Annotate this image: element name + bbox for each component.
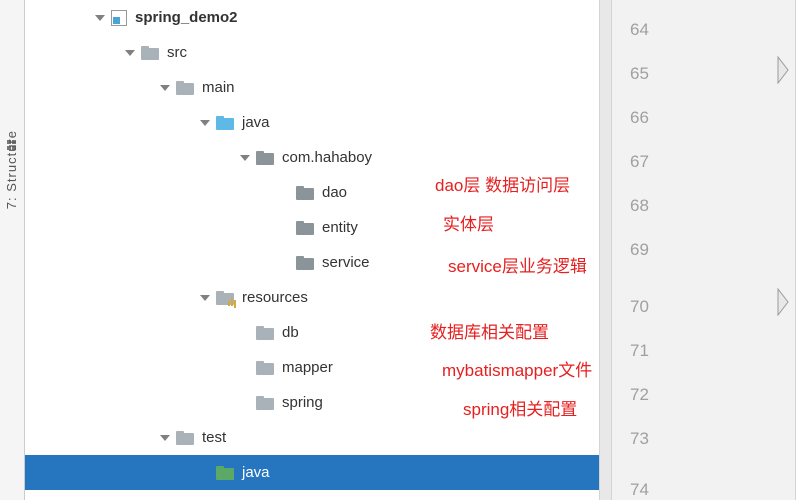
line-number: 73 xyxy=(630,429,649,449)
tree-node-resources-folder[interactable]: resources xyxy=(25,280,599,315)
node-label: resources xyxy=(242,289,308,306)
annotation-spring: spring相关配置 xyxy=(463,395,577,420)
folder-icon xyxy=(141,46,159,60)
line-number: 67 xyxy=(630,152,649,172)
tree-node-package[interactable]: entity xyxy=(25,210,599,245)
tree-node-folder[interactable]: main xyxy=(25,70,599,105)
node-label: mapper xyxy=(282,359,333,376)
line-number: 64 xyxy=(630,20,649,40)
node-label: dao xyxy=(322,184,347,201)
structure-tab-label: 7: Structure xyxy=(4,130,19,209)
expander-icon[interactable] xyxy=(240,155,250,161)
node-label: com.hahaboy xyxy=(282,149,372,166)
line-number: 68 xyxy=(630,196,649,216)
expander-icon[interactable] xyxy=(160,435,170,441)
line-number: 72 xyxy=(630,385,649,405)
node-label: spring_demo2 xyxy=(135,9,238,26)
annotation-service: service层业务逻辑 xyxy=(448,252,587,277)
tree-node-folder[interactable]: src xyxy=(25,35,599,70)
fold-marker-icon[interactable] xyxy=(777,56,791,84)
node-label: test xyxy=(202,429,226,446)
editor-gutter: 64 65 66 67 68 69 70 71 72 73 74 xyxy=(600,0,796,500)
line-number: 65 xyxy=(630,64,649,84)
tree-node-module[interactable]: spring_demo2 xyxy=(25,0,599,35)
line-number: 71 xyxy=(630,341,649,361)
package-icon xyxy=(296,221,314,235)
annotation-dao: dao层 数据访问层 xyxy=(435,171,570,196)
node-label: entity xyxy=(322,219,358,236)
folder-icon xyxy=(176,431,194,445)
tree-node-source-folder[interactable]: java xyxy=(25,105,599,140)
source-folder-icon xyxy=(216,116,234,130)
structure-tool-tab[interactable]: 7: Structure xyxy=(0,0,25,500)
node-label: main xyxy=(202,79,235,96)
expander-icon[interactable] xyxy=(95,15,105,21)
node-label: java xyxy=(242,464,270,481)
folder-icon xyxy=(176,81,194,95)
line-number: 69 xyxy=(630,240,649,260)
expander-icon[interactable] xyxy=(200,295,210,301)
line-number: 66 xyxy=(630,108,649,128)
tree-node-package[interactable]: com.hahaboy xyxy=(25,140,599,175)
node-label: service xyxy=(322,254,370,271)
annotation-mapper: mybatismapper文件 xyxy=(442,356,592,381)
node-label: spring xyxy=(282,394,323,411)
annotation-db: 数据库相关配置 xyxy=(430,318,549,343)
fold-marker-icon[interactable] xyxy=(777,288,791,316)
folder-icon xyxy=(256,361,274,375)
folder-icon xyxy=(256,396,274,410)
tree-node-folder[interactable]: test xyxy=(25,420,599,455)
expander-icon[interactable] xyxy=(200,120,210,126)
line-number: 74 xyxy=(630,480,649,500)
node-label: db xyxy=(282,324,299,341)
tree-node-test-source-folder[interactable]: java xyxy=(25,455,599,490)
module-icon xyxy=(111,10,127,26)
folder-icon xyxy=(256,326,274,340)
gutter-strip xyxy=(600,0,612,500)
node-label: java xyxy=(242,114,270,131)
annotation-entity: 实体层 xyxy=(443,210,494,235)
package-icon xyxy=(296,186,314,200)
expander-icon[interactable] xyxy=(160,85,170,91)
node-label: src xyxy=(167,44,187,61)
package-icon xyxy=(256,151,274,165)
resources-folder-icon xyxy=(216,291,234,305)
test-source-folder-icon xyxy=(216,466,234,480)
package-icon xyxy=(296,256,314,270)
project-tree[interactable]: spring_demo2 src main java com.hahaboy d… xyxy=(25,0,600,500)
line-number: 70 xyxy=(630,297,649,317)
expander-icon[interactable] xyxy=(125,50,135,56)
